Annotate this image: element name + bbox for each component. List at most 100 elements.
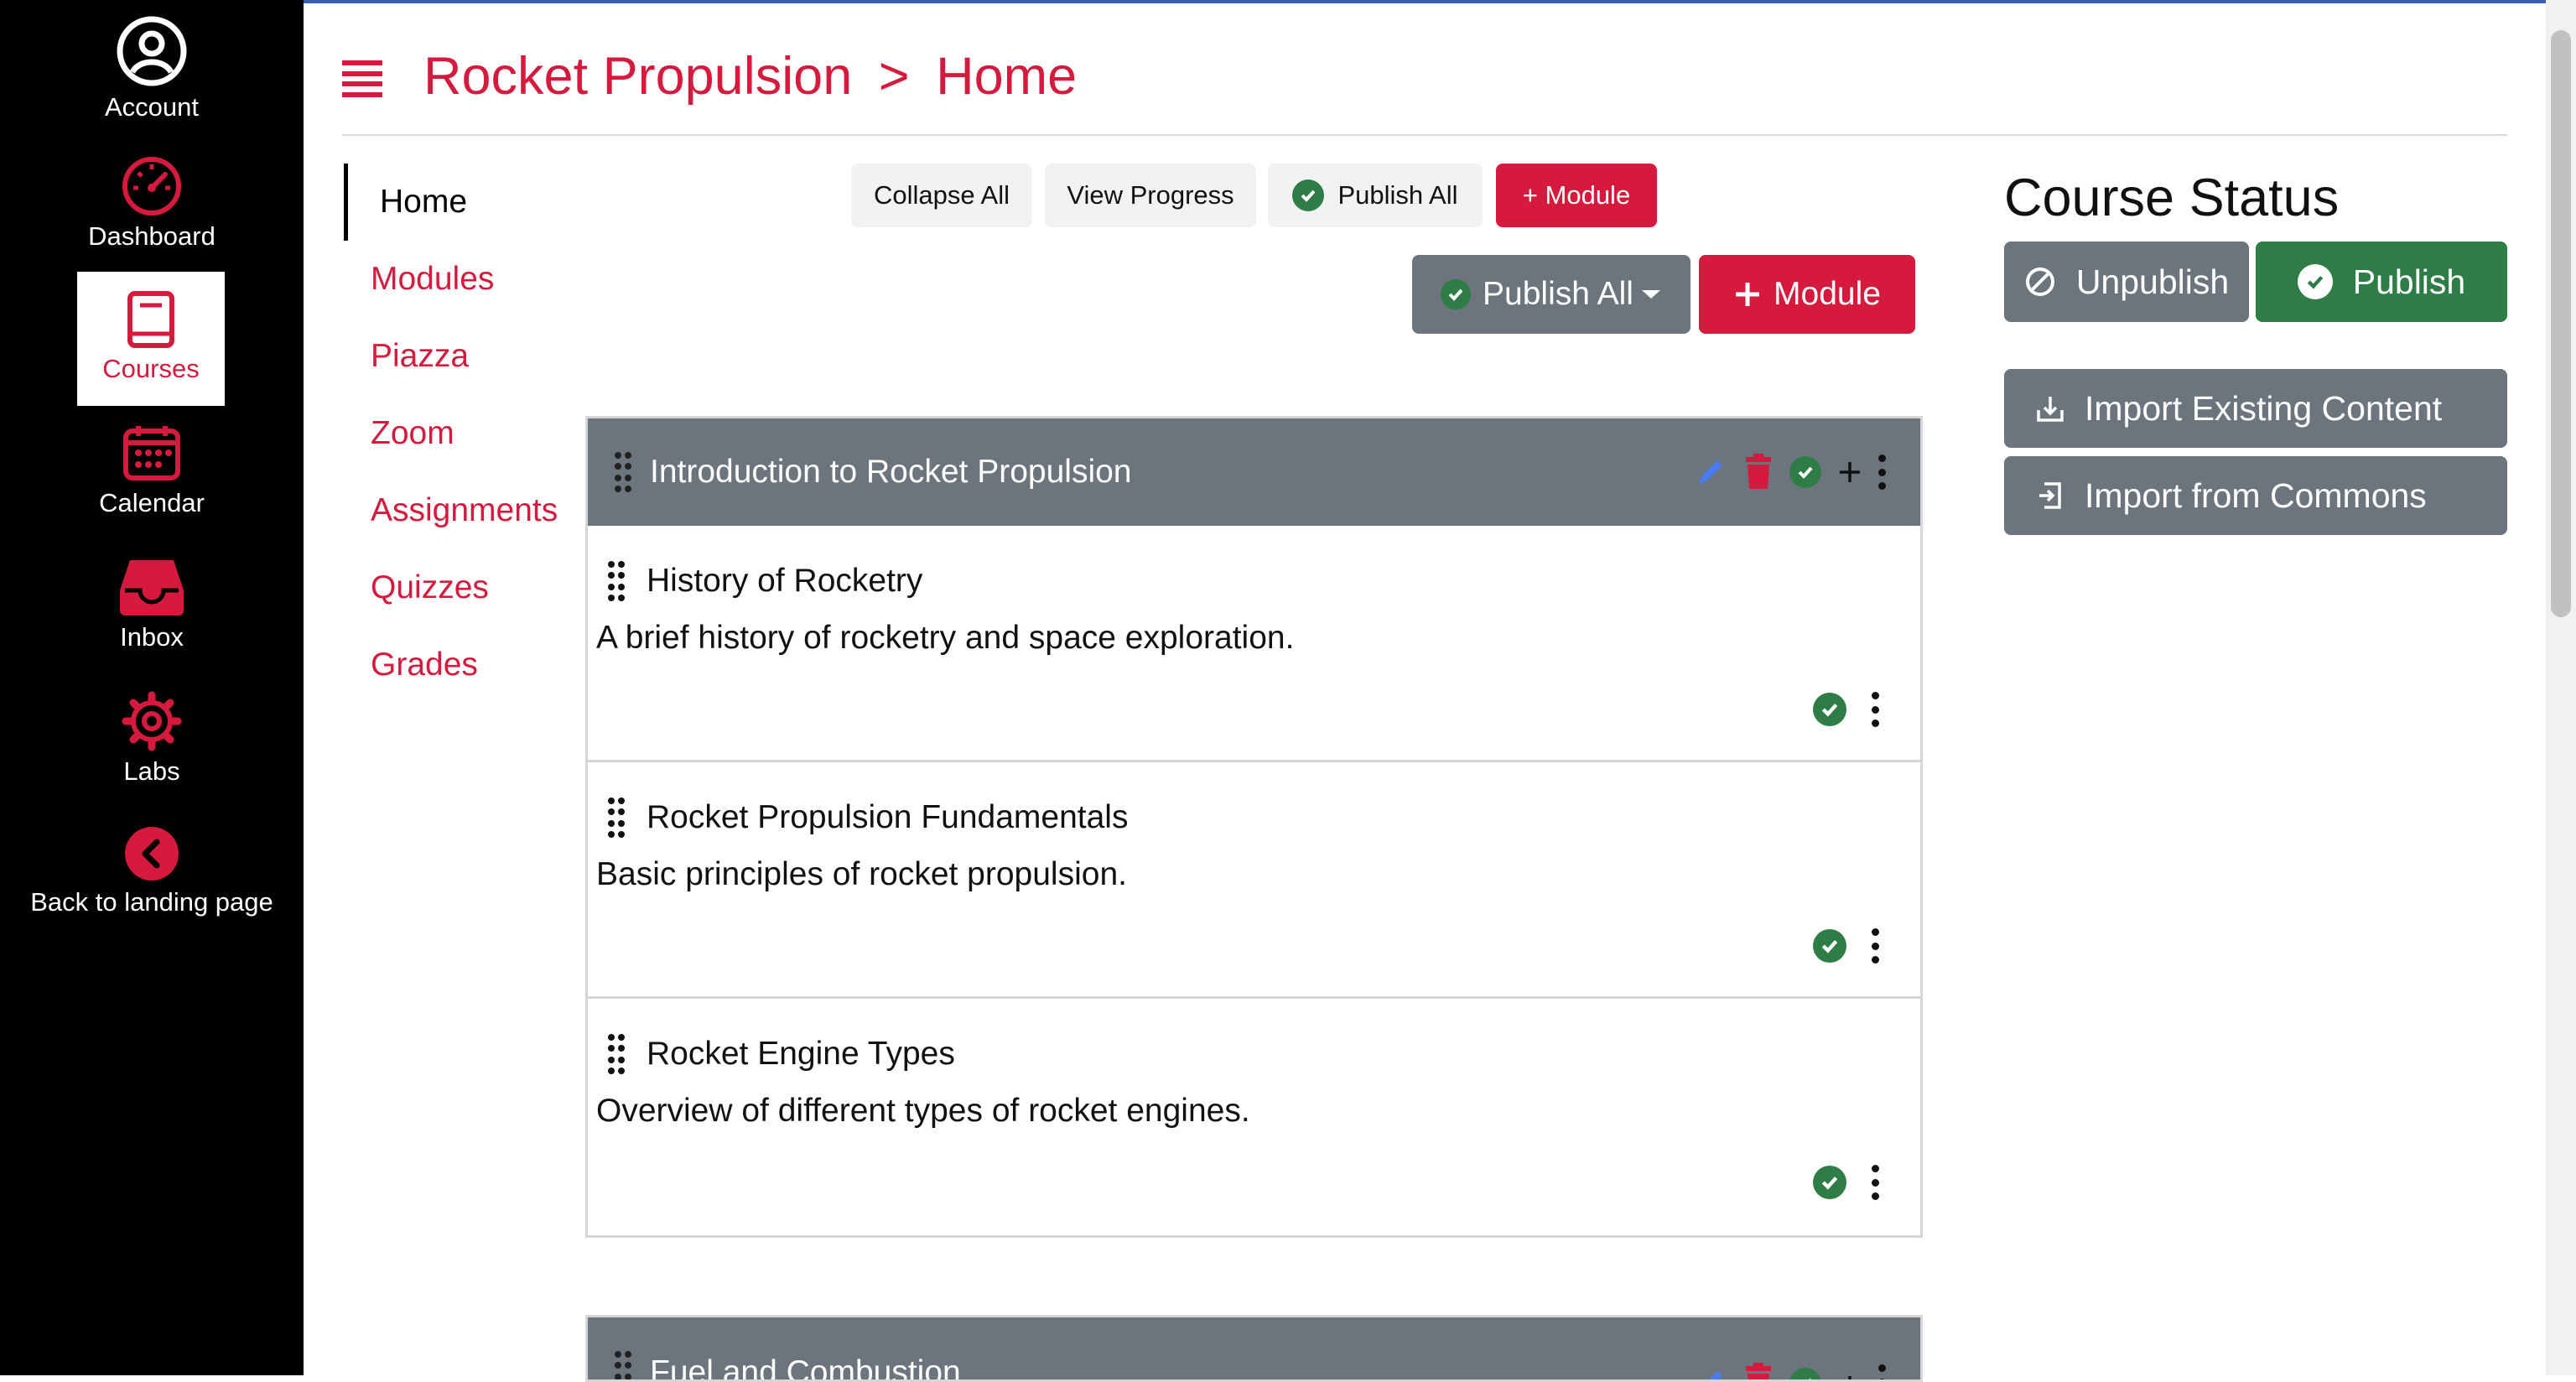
nav-courses[interactable]: Courses [77, 272, 225, 406]
box-arrow-in-icon [2039, 482, 2061, 509]
nav-account-label: Account [104, 92, 199, 122]
course-nav-zoom[interactable]: Zoom [344, 395, 570, 472]
module-card: Fuel and Combustion [585, 1315, 1923, 1382]
module-header[interactable]: Fuel and Combustion [588, 1317, 1920, 1382]
publish-all-small-button[interactable]: Publish All [1268, 164, 1483, 227]
page-scrollbar[interactable] [2546, 0, 2576, 1375]
course-nav-piazza[interactable]: Piazza [344, 318, 570, 395]
publish-button[interactable]: Publish [2256, 242, 2507, 322]
more-options-icon[interactable] [1872, 1165, 1880, 1200]
account-circle-icon [117, 16, 187, 86]
hamburger-menu-icon[interactable] [342, 60, 382, 97]
add-module-small-button[interactable]: + Module [1496, 164, 1657, 227]
breadcrumb-course[interactable]: Rocket Propulsion [423, 47, 852, 106]
published-check-icon[interactable] [1813, 1166, 1846, 1199]
nav-labs[interactable]: Labs [0, 691, 304, 825]
more-options-icon[interactable] [1878, 455, 1887, 490]
add-module-label: Module [1774, 276, 1881, 312]
unpublish-button[interactable]: Unpublish [2004, 242, 2249, 322]
drag-handle-icon[interactable] [615, 1351, 631, 1379]
unpublish-label: Unpublish [2075, 262, 2230, 301]
chevron-left-circle-icon [125, 827, 179, 881]
published-check-icon[interactable] [1813, 693, 1846, 726]
gear-icon [122, 691, 182, 751]
publish-label: Publish [2352, 262, 2466, 301]
pencil-icon[interactable] [1694, 1366, 1727, 1382]
plus-icon[interactable] [1836, 1373, 1863, 1382]
lesson-item[interactable]: Rocket Propulsion Fundamentals Basic pri… [588, 762, 1920, 999]
lesson-item[interactable]: History of Rocketry A brief history of r… [588, 526, 1920, 762]
lesson-actions [1813, 692, 1880, 727]
nav-labs-label: Labs [123, 756, 180, 786]
nav-calendar-label: Calendar [99, 488, 205, 517]
ban-icon [2025, 268, 2054, 296]
module-actions [1679, 418, 1887, 526]
published-check-icon[interactable] [1813, 929, 1846, 963]
breadcrumb-page: Home [936, 47, 1078, 106]
collapse-all-button[interactable]: Collapse All [851, 164, 1032, 227]
module-card: Introduction to Rocket Propulsion Histor… [585, 416, 1923, 1238]
module-title: Fuel and Combustion [650, 1354, 961, 1382]
header-divider [342, 134, 2507, 136]
add-module-button[interactable]: Module [1699, 255, 1915, 334]
course-nav-assignments[interactable]: Assignments [344, 472, 570, 549]
module-header[interactable]: Introduction to Rocket Propulsion [588, 418, 1920, 526]
module-title: Introduction to Rocket Propulsion [650, 454, 1132, 490]
calendar-icon [123, 426, 180, 481]
course-status-title: Course Status [2004, 169, 2340, 227]
more-options-icon[interactable] [1872, 692, 1880, 727]
check-circle-icon [1441, 279, 1472, 309]
lesson-title: Rocket Engine Types [647, 1036, 955, 1072]
publish-all-dropdown-button[interactable]: Publish All [1412, 255, 1690, 334]
view-progress-button[interactable]: View Progress [1045, 164, 1256, 227]
publish-all-small-label: Publish All [1337, 180, 1458, 210]
lesson-item[interactable]: Rocket Engine Types Overview of differen… [588, 999, 1920, 1235]
publish-all-dropdown-label: Publish All [1483, 276, 1633, 312]
plus-icon[interactable] [1836, 459, 1863, 486]
nav-dashboard[interactable]: Dashboard [0, 156, 304, 290]
drag-handle-icon[interactable] [608, 1034, 625, 1074]
lesson-title: Rocket Propulsion Fundamentals [647, 799, 1129, 835]
lesson-actions [1813, 1165, 1880, 1200]
nav-back-to-landing[interactable]: Back to landing page [0, 825, 304, 959]
course-nav-quizzes[interactable]: Quizzes [344, 549, 570, 626]
trash-icon[interactable] [1742, 454, 1774, 491]
trash-icon[interactable] [1742, 1363, 1774, 1382]
course-nav-grades[interactable]: Grades [344, 626, 570, 704]
drag-handle-icon[interactable] [608, 561, 625, 601]
import-from-commons-label: Import from Commons [2085, 475, 2427, 515]
import-from-commons-button[interactable]: Import from Commons [2004, 456, 2507, 535]
top-accent-line [0, 0, 2576, 3]
add-module-small-label: + Module [1522, 180, 1631, 210]
import-existing-content-button[interactable]: Import Existing Content [2004, 369, 2507, 448]
nav-courses-label: Courses [102, 354, 200, 383]
lesson-description: A brief history of rocketry and space ex… [596, 620, 1295, 656]
nav-account[interactable]: Account [0, 15, 304, 149]
course-nav-modules[interactable]: Modules [344, 241, 570, 318]
lesson-description: Basic principles of rocket propulsion. [596, 856, 1127, 892]
pencil-icon[interactable] [1694, 455, 1727, 489]
check-circle-icon [1292, 179, 1325, 211]
drag-handle-icon[interactable] [615, 452, 631, 492]
nav-dashboard-label: Dashboard [88, 221, 216, 251]
published-check-icon[interactable] [1789, 456, 1821, 488]
drag-handle-icon[interactable] [608, 798, 625, 838]
plus-icon [1736, 283, 1760, 306]
nav-calendar[interactable]: Calendar [0, 423, 304, 557]
module-actions [1679, 1317, 1887, 1382]
nav-back-label: Back to landing page [30, 887, 273, 917]
breadcrumb-separator: > [878, 47, 910, 106]
kanbas-navigation: Account Dashboard Courses Calendar Inbox… [0, 0, 304, 1375]
breadcrumb: Rocket Propulsion > Home [423, 46, 1077, 107]
lesson-title: History of Rocketry [647, 563, 923, 599]
scrollbar-thumb[interactable] [2551, 30, 2571, 617]
course-nav-home[interactable]: Home [344, 164, 570, 241]
nav-inbox[interactable]: Inbox [0, 557, 304, 691]
more-options-icon[interactable] [1878, 1364, 1887, 1379]
download-icon [2037, 397, 2064, 422]
speedometer-icon [122, 157, 181, 216]
lesson-actions [1813, 928, 1880, 964]
more-options-icon[interactable] [1872, 928, 1880, 964]
import-existing-content-label: Import Existing Content [2085, 388, 2443, 428]
view-progress-label: View Progress [1067, 180, 1234, 210]
